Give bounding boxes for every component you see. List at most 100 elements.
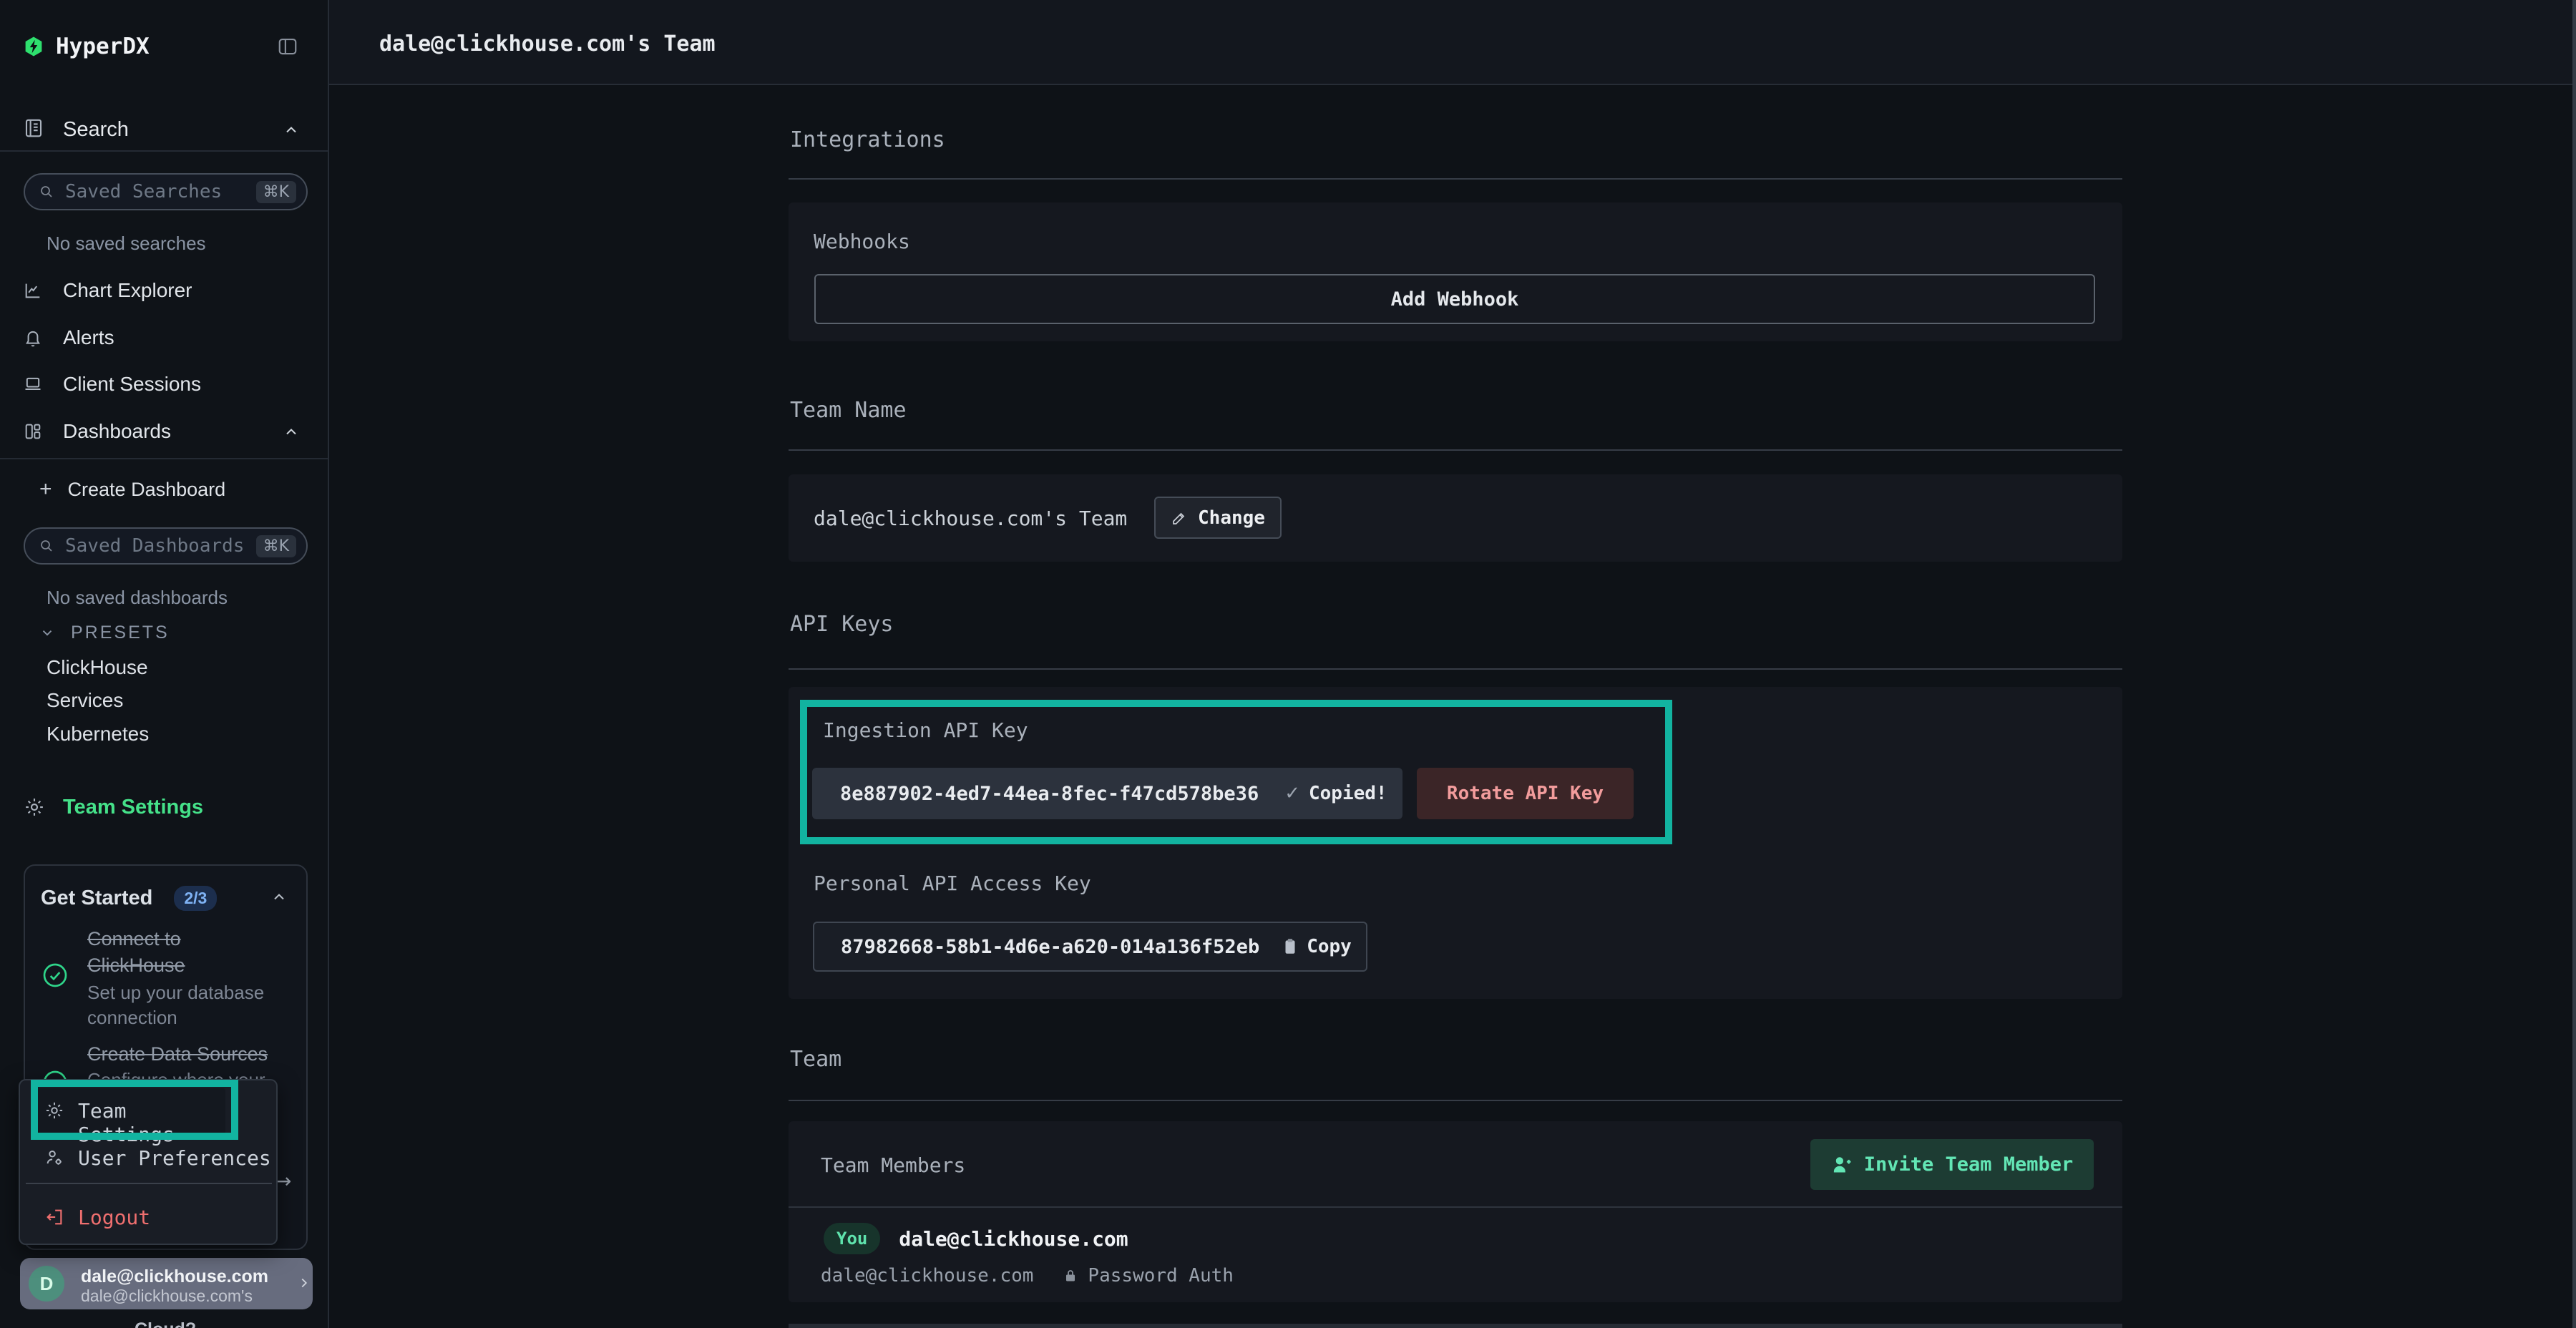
sidebar-item-label: Dashboards xyxy=(63,420,171,443)
create-dashboard-label: Create Dashboard xyxy=(68,479,226,501)
team-name-section-title: Team Name xyxy=(790,398,907,423)
change-button-label: Change xyxy=(1198,507,1265,529)
plus-icon: + xyxy=(39,477,52,502)
saved-searches-input[interactable]: Saved Searches ⌘K xyxy=(24,173,308,210)
sidebar-item-team-settings[interactable]: Team Settings xyxy=(24,793,203,821)
pencil-icon xyxy=(1171,509,1188,527)
get-started-collapse-chevron-up-icon[interactable] xyxy=(270,889,288,906)
team-name-card: dale@clickhouse.com's Team Change xyxy=(789,474,2122,562)
team-section-title: Team xyxy=(790,1047,841,1072)
hyperdx-logo-icon xyxy=(24,36,43,57)
app-root: HyperDX Search Saved Searches ⌘K No save… xyxy=(0,0,2576,1328)
search-shortcut-badge: ⌘K xyxy=(256,181,296,203)
logo-row: HyperDX xyxy=(24,34,150,59)
chevron-right-icon xyxy=(296,1275,312,1291)
menu-item-label: Logout xyxy=(78,1206,150,1229)
get-started-item-title: Connect to ClickHouse xyxy=(87,926,272,979)
search-section-label[interactable]: Search xyxy=(63,118,129,142)
get-started-progress-badge: 2/3 xyxy=(174,886,217,911)
team-members-label: Team Members xyxy=(821,1153,965,1177)
create-dashboard-button[interactable]: + Create Dashboard xyxy=(39,477,225,502)
sidebar-footer-fragment[interactable]: Cloud? xyxy=(135,1319,196,1328)
check-circle-icon xyxy=(41,961,69,990)
personal-api-key-value: 87982668-58b1-4d6e-a620-014a136f52eb xyxy=(841,936,1259,958)
account-button[interactable]: D dale@clickhouse.com dale@clickhouse.co… xyxy=(20,1258,313,1309)
lock-icon xyxy=(1062,1267,1079,1284)
account-team-name: dale@clickhouse.com's xyxy=(81,1286,253,1306)
section-divider xyxy=(789,449,2122,451)
ingestion-api-key-chip[interactable]: 8e887902-4ed7-44ea-8fec-f47cd578be36 ✓ C… xyxy=(812,768,1402,819)
copy-label: Copy xyxy=(1307,936,1352,957)
search-icon xyxy=(38,183,55,200)
get-started-header[interactable]: Get Started 2/3 xyxy=(41,886,217,911)
saved-dashboards-placeholder: Saved Dashboards xyxy=(65,535,244,557)
api-keys-section-title: API Keys xyxy=(790,612,894,637)
chevron-down-icon xyxy=(39,625,55,640)
api-keys-card: Ingestion API Key 8e887902-4ed7-44ea-8fe… xyxy=(789,687,2122,999)
search-collapse-chevron-up-icon[interactable] xyxy=(283,122,300,139)
preset-kubernetes[interactable]: Kubernetes xyxy=(47,723,149,746)
laptop-icon xyxy=(23,374,43,394)
clipboard-icon xyxy=(1281,937,1299,956)
sidebar-item-chart-explorer[interactable]: Chart Explorer xyxy=(23,278,192,303)
rotate-api-key-label: Rotate API Key xyxy=(1447,783,1604,804)
sidebar-item-label: Alerts xyxy=(63,326,114,349)
search-section-icon xyxy=(23,117,44,139)
page-title: dale@clickhouse.com's Team xyxy=(379,31,716,57)
sidebar-item-client-sessions[interactable]: Client Sessions xyxy=(23,371,201,397)
page-header: dale@clickhouse.com's Team xyxy=(329,0,2576,85)
saved-dashboards-input[interactable]: Saved Dashboards ⌘K xyxy=(24,527,308,565)
preset-clickhouse[interactable]: ClickHouse xyxy=(47,656,148,679)
gear-icon xyxy=(24,796,45,818)
sidebar-item-dashboards[interactable]: Dashboards xyxy=(23,419,171,444)
account-email: dale@clickhouse.com xyxy=(81,1266,268,1287)
get-started-item-subtitle: Set up your database connection xyxy=(87,980,295,1030)
collapse-panel-icon[interactable] xyxy=(276,36,299,57)
ingestion-api-key-label: Ingestion API Key xyxy=(823,718,1028,742)
sidebar-divider xyxy=(0,458,328,459)
team-members-card: Team Members Invite Team Member You dale… xyxy=(789,1121,2122,1302)
app-title: HyperDX xyxy=(56,34,150,59)
dashboards-collapse-chevron-up-icon[interactable] xyxy=(283,424,300,441)
menu-item-user-preferences[interactable]: User Preferences xyxy=(44,1145,271,1171)
logout-icon xyxy=(44,1207,64,1227)
presets-label: PRESETS xyxy=(71,622,170,643)
sidebar-item-label: Chart Explorer xyxy=(63,279,192,302)
copied-check-icon: ✓ xyxy=(1284,783,1300,804)
invite-team-member-button[interactable]: Invite Team Member xyxy=(1810,1139,2094,1190)
personal-api-key-label: Personal API Access Key xyxy=(814,872,1091,895)
add-webhook-button[interactable]: Add Webhook xyxy=(814,274,2095,324)
scrollbar[interactable] xyxy=(2572,0,2576,1328)
sidebar: HyperDX Search Saved Searches ⌘K No save… xyxy=(0,0,329,1328)
member-email: dale@clickhouse.com xyxy=(899,1227,1128,1251)
copied-label: Copied! xyxy=(1309,783,1387,804)
account-menu-popup: Team Settings User Preferences Logout xyxy=(19,1079,278,1245)
chart-icon xyxy=(23,280,43,301)
preset-services[interactable]: Services xyxy=(47,689,123,712)
menu-divider xyxy=(26,1183,272,1184)
rotate-api-key-button[interactable]: Rotate API Key xyxy=(1417,768,1634,819)
ingestion-api-key-value: 8e887902-4ed7-44ea-8fec-f47cd578be36 xyxy=(840,783,1259,805)
card-divider xyxy=(789,1206,2122,1208)
get-started-title: Get Started xyxy=(41,887,152,910)
search-icon xyxy=(38,537,55,555)
webhooks-label: Webhooks xyxy=(814,230,910,253)
saved-searches-placeholder: Saved Searches xyxy=(65,181,222,202)
dashboards-shortcut-badge: ⌘K xyxy=(256,535,296,557)
sidebar-item-alerts[interactable]: Alerts xyxy=(23,325,114,351)
add-webhook-label: Add Webhook xyxy=(1391,288,1519,311)
avatar: D xyxy=(29,1266,64,1302)
team-member-row: You dale@clickhouse.com xyxy=(824,1223,1128,1254)
avatar-initial: D xyxy=(40,1273,54,1295)
webhooks-card: Webhooks Add Webhook xyxy=(789,202,2122,341)
menu-item-logout[interactable]: Logout xyxy=(44,1204,150,1230)
menu-item-team-settings[interactable]: Team Settings xyxy=(32,1088,225,1134)
integrations-section-title: Integrations xyxy=(790,127,945,152)
section-divider xyxy=(789,668,2122,670)
presets-toggle[interactable]: PRESETS xyxy=(39,621,170,644)
no-saved-searches-text: No saved searches xyxy=(47,233,206,255)
change-team-name-button[interactable]: Change xyxy=(1154,497,1282,539)
menu-item-label: User Preferences xyxy=(78,1146,271,1170)
user-gear-icon xyxy=(44,1148,64,1168)
personal-api-key-chip[interactable]: 87982668-58b1-4d6e-a620-014a136f52eb Cop… xyxy=(813,922,1367,972)
